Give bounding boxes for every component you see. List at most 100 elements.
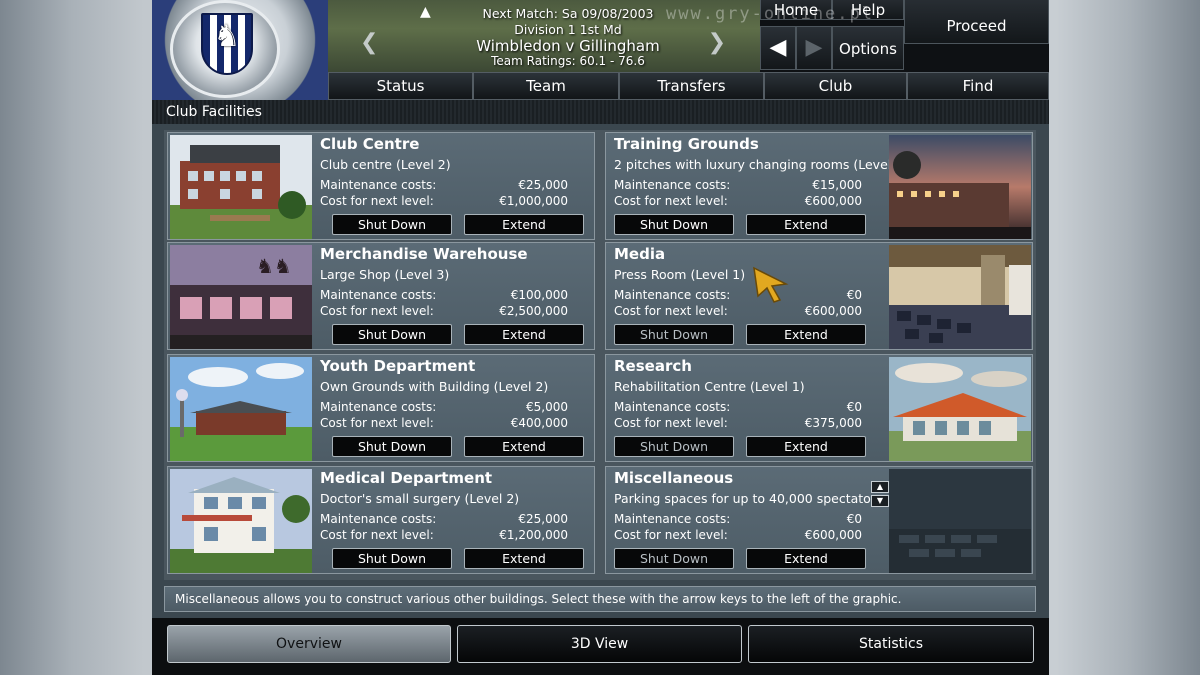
facility-level: Own Grounds with Building (Level 2): [320, 379, 549, 394]
shut-down-button[interactable]: Shut Down: [614, 548, 734, 569]
extend-button[interactable]: Extend: [464, 214, 584, 235]
bottom-bar: Overview 3D View Statistics: [152, 618, 1049, 675]
maintenance-label: Maintenance costs:: [614, 178, 731, 192]
mouse-pointer-icon: [753, 266, 789, 303]
next-level-label: Cost for next level:: [614, 304, 728, 318]
maintenance-label: Maintenance costs:: [614, 400, 731, 414]
maintenance-label: Maintenance costs:: [614, 512, 731, 526]
next-level-label: Cost for next level:: [320, 528, 434, 542]
extend-button[interactable]: Extend: [464, 548, 584, 569]
youth-department-info: Youth Department Own Grounds with Buildi…: [312, 355, 588, 463]
next-level-label: Cost for next level:: [614, 416, 728, 430]
maintenance-value: €100,000: [510, 288, 568, 302]
tab-transfers[interactable]: Transfers: [619, 72, 764, 100]
next-level-value: €600,000: [804, 528, 862, 542]
arrow-up-icon[interactable]: ▲: [871, 481, 889, 493]
page-title: Club Facilities: [152, 100, 1049, 124]
youth-department-image[interactable]: [170, 357, 312, 461]
statistics-button[interactable]: Statistics: [748, 625, 1034, 663]
facility-name: Medical Department: [320, 469, 493, 487]
media-image[interactable]: [889, 245, 1031, 349]
next-level-value: €600,000: [804, 304, 862, 318]
facility-card-media: Media Press Room (Level 1) Maintenance c…: [605, 242, 1033, 350]
research-image[interactable]: [889, 357, 1031, 461]
maintenance-value: €15,000: [812, 178, 862, 192]
training-grounds-info: Training Grounds 2 pitches with luxury c…: [606, 133, 908, 241]
proceed-button[interactable]: Proceed: [904, 0, 1049, 44]
research-info: Research Rehabilitation Centre (Level 1)…: [606, 355, 882, 463]
maintenance-label: Maintenance costs:: [614, 288, 731, 302]
next-level-value: €1,000,000: [499, 194, 568, 208]
facility-name: Media: [614, 245, 666, 263]
extend-button[interactable]: Extend: [464, 324, 584, 345]
facility-level: Parking spaces for up to 40,000 spectato…: [614, 491, 883, 506]
facility-name: Youth Department: [320, 357, 476, 375]
header: ♞ ▲ ❮ ❯ Next Match: Sa 09/08/2003 Divisi…: [152, 0, 1049, 100]
next-level-label: Cost for next level:: [320, 304, 434, 318]
forward-arrow-icon[interactable]: ▶: [796, 26, 832, 70]
game-screen: ♞ ▲ ❮ ❯ Next Match: Sa 09/08/2003 Divisi…: [152, 0, 1049, 675]
next-level-value: €600,000: [804, 194, 862, 208]
shut-down-button[interactable]: Shut Down: [614, 436, 734, 457]
next-level-value: €400,000: [510, 416, 568, 430]
facility-level: 2 pitches with luxury changing rooms (Le…: [614, 157, 909, 172]
scroll-arrows: ▲ ▼: [871, 481, 889, 507]
next-level-value: €1,200,000: [499, 528, 568, 542]
facility-name: Merchandise Warehouse: [320, 245, 528, 263]
merchandise-warehouse-image[interactable]: ♞♞: [170, 245, 312, 349]
facility-name: Research: [614, 357, 692, 375]
medical-department-info: Medical Department Doctor's small surger…: [312, 467, 588, 575]
maintenance-label: Maintenance costs:: [320, 400, 437, 414]
shut-down-button[interactable]: Shut Down: [614, 214, 734, 235]
maintenance-value: €0: [846, 400, 862, 414]
hint-bar: Miscellaneous allows you to construct va…: [164, 586, 1036, 612]
options-button[interactable]: Options: [832, 26, 904, 70]
back-arrow-icon[interactable]: ◀: [760, 26, 796, 70]
facility-card-miscellaneous: Miscellaneous Parking spaces for up to 4…: [605, 466, 1033, 574]
maintenance-value: €25,000: [518, 512, 568, 526]
tab-find[interactable]: Find: [907, 72, 1049, 100]
facility-level: Club centre (Level 2): [320, 157, 451, 172]
watermark: www.gry-online.pl: [666, 4, 874, 24]
horse-icon: ♞: [213, 19, 241, 54]
extend-button[interactable]: Extend: [746, 436, 866, 457]
next-level-label: Cost for next level:: [614, 528, 728, 542]
overview-button[interactable]: Overview: [167, 625, 451, 663]
facility-level: Doctor's small surgery (Level 2): [320, 491, 520, 506]
next-level-value: €2,500,000: [499, 304, 568, 318]
medical-department-image[interactable]: [170, 469, 312, 573]
shut-down-button[interactable]: Shut Down: [332, 324, 452, 345]
maintenance-value: €5,000: [526, 400, 568, 414]
training-grounds-image[interactable]: [889, 135, 1031, 239]
shut-down-button[interactable]: Shut Down: [614, 324, 734, 345]
shut-down-button[interactable]: Shut Down: [332, 214, 452, 235]
next-level-label: Cost for next level:: [614, 194, 728, 208]
facility-level: Press Room (Level 1): [614, 267, 746, 282]
miscellaneous-image[interactable]: [889, 469, 1031, 573]
tab-team[interactable]: Team: [473, 72, 619, 100]
club-centre-image[interactable]: [170, 135, 312, 239]
extend-button[interactable]: Extend: [464, 436, 584, 457]
arrow-down-icon[interactable]: ▼: [871, 495, 889, 507]
facility-name: Club Centre: [320, 135, 420, 153]
tab-status[interactable]: Status: [328, 72, 473, 100]
facility-card-training-grounds: Training Grounds 2 pitches with luxury c…: [605, 132, 1033, 240]
chevron-left-icon[interactable]: ❮: [360, 30, 378, 55]
extend-button[interactable]: Extend: [746, 324, 866, 345]
shut-down-button[interactable]: Shut Down: [332, 436, 452, 457]
facility-level: Large Shop (Level 3): [320, 267, 450, 282]
extend-button[interactable]: Extend: [746, 214, 866, 235]
3d-view-button[interactable]: 3D View: [457, 625, 742, 663]
maintenance-value: €25,000: [518, 178, 568, 192]
facility-level: Rehabilitation Centre (Level 1): [614, 379, 805, 394]
facility-card-medical-department: Medical Department Doctor's small surger…: [167, 466, 595, 574]
tab-club[interactable]: Club: [764, 72, 907, 100]
team-ratings: Team Ratings: 60.1 - 76.6: [491, 54, 645, 68]
extend-button[interactable]: Extend: [746, 548, 866, 569]
maintenance-label: Maintenance costs:: [320, 178, 437, 192]
shut-down-button[interactable]: Shut Down: [332, 548, 452, 569]
maintenance-value: €0: [846, 288, 862, 302]
next-level-value: €375,000: [804, 416, 862, 430]
club-crest-area[interactable]: ♞: [152, 0, 328, 100]
media-info: Media Press Room (Level 1) Maintenance c…: [606, 243, 882, 351]
